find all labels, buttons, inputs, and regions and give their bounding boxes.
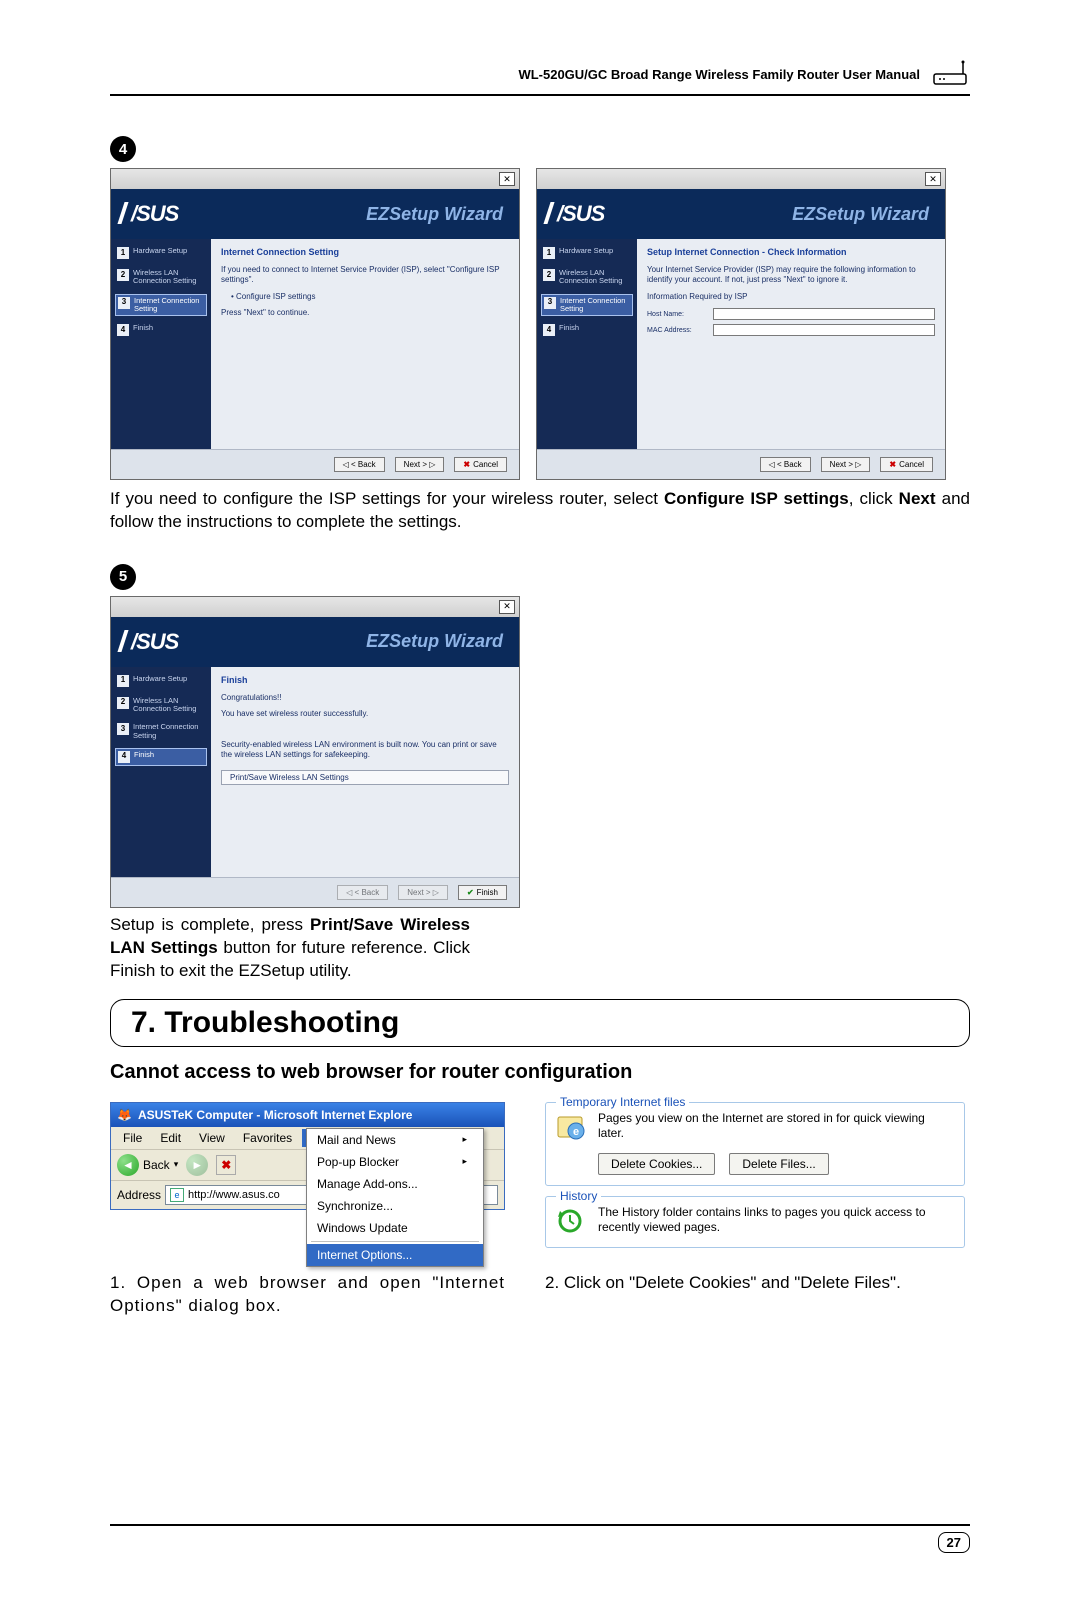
cancel-button[interactable]: ✖Cancel — [880, 457, 933, 472]
ezsetup-wizard-isp-setting: ✕ /SUS EZSetup Wizard 1Hardware Setup 2W… — [110, 168, 520, 480]
cancel-button[interactable]: ✖Cancel — [454, 457, 507, 472]
tools-manage-addons[interactable]: Manage Add-ons... — [307, 1173, 483, 1195]
forward-button: ► — [186, 1154, 208, 1176]
router-icon — [930, 60, 970, 88]
menu-favorites[interactable]: Favorites — [235, 1129, 300, 1147]
history-icon — [556, 1205, 588, 1237]
wizard-sidebar: 1Hardware Setup 2Wireless LAN Connection… — [537, 239, 637, 449]
caption-1: 1. Open a web browser and open "Internet… — [110, 1272, 505, 1318]
delete-cookies-button[interactable]: Delete Cookies... — [598, 1153, 715, 1175]
next-button[interactable]: Next > ▷ — [821, 457, 871, 472]
print-save-button[interactable]: Print/Save Wireless LAN Settings — [221, 770, 509, 785]
manual-header: WL-520GU/GC Broad Range Wireless Family … — [518, 67, 920, 82]
wizard-a-heading: Internet Connection Setting — [221, 247, 509, 257]
back-button[interactable]: ◄ Back▾ — [117, 1154, 178, 1176]
step-4-badge: 4 — [110, 136, 136, 162]
address-label: Address — [117, 1188, 161, 1202]
step4-description: If you need to configure the ISP setting… — [110, 488, 970, 534]
wizard-title: EZSetup Wizard — [366, 204, 503, 225]
mac-address-label: MAC Address: — [647, 327, 707, 334]
menu-file[interactable]: File — [115, 1129, 150, 1147]
history-fieldset: History The History folder contains link… — [545, 1196, 965, 1248]
back-arrow-icon: ◄ — [117, 1154, 139, 1176]
page-number: 27 — [938, 1532, 970, 1553]
back-button[interactable]: ◁ < Back — [334, 457, 385, 472]
footer-rule — [110, 1524, 970, 1526]
subsection-heading: Cannot access to web browser for router … — [110, 1061, 970, 1084]
internet-options-panel: Temporary Internet files e Pages you vie… — [545, 1102, 965, 1258]
step5-description: Setup is complete, press Print/Save Wire… — [110, 914, 470, 983]
wizard-c-text1: Congratulations!! — [221, 693, 509, 703]
history-text: The History folder contains links to pag… — [598, 1205, 954, 1236]
ie-titlebar: 🦊 ASUSTeK Computer - Microsoft Internet … — [111, 1103, 504, 1127]
finish-button[interactable]: ✔Finish — [458, 885, 507, 900]
ie-cache-icon: e — [556, 1111, 588, 1143]
wizard-b-text1: Your Internet Service Provider (ISP) may… — [647, 265, 935, 286]
temp-files-legend: Temporary Internet files — [556, 1095, 689, 1109]
step-5-badge: 5 — [110, 564, 136, 590]
header-rule — [110, 94, 970, 96]
wizard-title: EZSetup Wizard — [792, 204, 929, 225]
ezsetup-wizard-check-info: ✕ /SUS EZSetup Wizard 1Hardware Setup 2W… — [536, 168, 946, 480]
history-legend: History — [556, 1189, 601, 1203]
tools-internet-options[interactable]: Internet Options... — [307, 1244, 483, 1266]
next-button[interactable]: Next > ▷ — [395, 457, 445, 472]
wizard-b-heading: Setup Internet Connection - Check Inform… — [647, 247, 935, 257]
tools-dropdown: Mail and News▸ Pop-up Blocker▸ Manage Ad… — [306, 1128, 484, 1267]
section-heading: 7. Troubleshooting — [110, 999, 970, 1047]
asus-logo: /SUS — [547, 201, 604, 227]
tools-synchronize[interactable]: Synchronize... — [307, 1195, 483, 1217]
close-icon[interactable]: ✕ — [499, 172, 515, 186]
wizard-c-heading: Finish — [221, 675, 509, 685]
close-icon[interactable]: ✕ — [499, 600, 515, 614]
menu-edit[interactable]: Edit — [152, 1129, 189, 1147]
delete-files-button[interactable]: Delete Files... — [729, 1153, 828, 1175]
ie-icon: 🦊 — [117, 1108, 132, 1122]
wizard-a-text2: Press "Next" to continue. — [221, 308, 509, 318]
close-icon[interactable]: ✕ — [925, 172, 941, 186]
ezsetup-wizard-finish: ✕ /SUS EZSetup Wizard 1Hardware Setup 2W… — [110, 596, 520, 908]
wizard-a-bullet: • Configure ISP settings — [231, 292, 509, 302]
temporary-files-fieldset: Temporary Internet files e Pages you vie… — [545, 1102, 965, 1186]
page-icon: e — [170, 1188, 184, 1202]
menu-view[interactable]: View — [191, 1129, 233, 1147]
host-name-label: Host Name: — [647, 311, 707, 318]
asus-logo: /SUS — [121, 201, 178, 227]
temp-files-text: Pages you view on the Internet are store… — [598, 1111, 954, 1142]
wizard-c-text3: Security-enabled wireless LAN environmen… — [221, 740, 509, 761]
wizard-c-text2: You have set wireless router successfull… — [221, 709, 509, 719]
back-button: ◁ < Back — [337, 885, 388, 900]
mac-address-field[interactable] — [713, 324, 935, 336]
tools-windows-update[interactable]: Windows Update — [307, 1217, 483, 1239]
host-name-field[interactable] — [713, 308, 935, 320]
wizard-sidebar: 1Hardware Setup 2Wireless LAN Connection… — [111, 239, 211, 449]
svg-text:e: e — [573, 1126, 579, 1138]
asus-logo: /SUS — [121, 629, 178, 655]
tools-mail-news[interactable]: Mail and News▸ — [307, 1129, 483, 1151]
wizard-b-text2: Information Required by ISP — [647, 292, 935, 302]
back-button[interactable]: ◁ < Back — [760, 457, 811, 472]
caption-2: 2. Click on "Delete Cookies" and "Delete… — [545, 1272, 965, 1318]
wizard-sidebar: 1Hardware Setup 2Wireless LAN Connection… — [111, 667, 211, 877]
next-button: Next > ▷ — [398, 885, 448, 900]
tools-popup-blocker[interactable]: Pop-up Blocker▸ — [307, 1151, 483, 1173]
wizard-a-text1: If you need to connect to Internet Servi… — [221, 265, 509, 286]
wizard-title: EZSetup Wizard — [366, 631, 503, 652]
stop-button[interactable]: ✖ — [216, 1155, 236, 1175]
